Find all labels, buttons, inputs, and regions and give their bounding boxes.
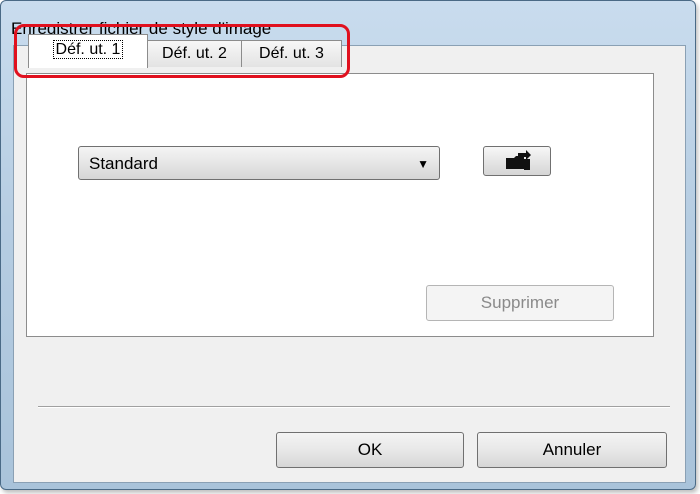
tab-user-def-1[interactable]: Déf. ut. 1 [28,34,148,68]
tab-user-def-3[interactable]: Déf. ut. 3 [241,40,342,67]
cancel-button[interactable]: Annuler [477,432,667,468]
ok-button[interactable]: OK [276,432,464,468]
tab-label: Déf. ut. 2 [162,45,227,62]
tab-label: Déf. ut. 1 [52,40,124,59]
delete-button[interactable]: Supprimer [426,285,614,321]
chevron-down-icon: ▼ [417,157,429,171]
browse-button[interactable] [483,146,551,176]
folder-swap-icon [506,150,531,170]
tab-user-def-2[interactable]: Déf. ut. 2 [147,40,242,67]
style-select-value: Standard [89,154,158,173]
separator [38,406,670,408]
tab-label: Déf. ut. 3 [259,45,324,62]
style-select[interactable]: Standard ▼ [78,146,440,180]
